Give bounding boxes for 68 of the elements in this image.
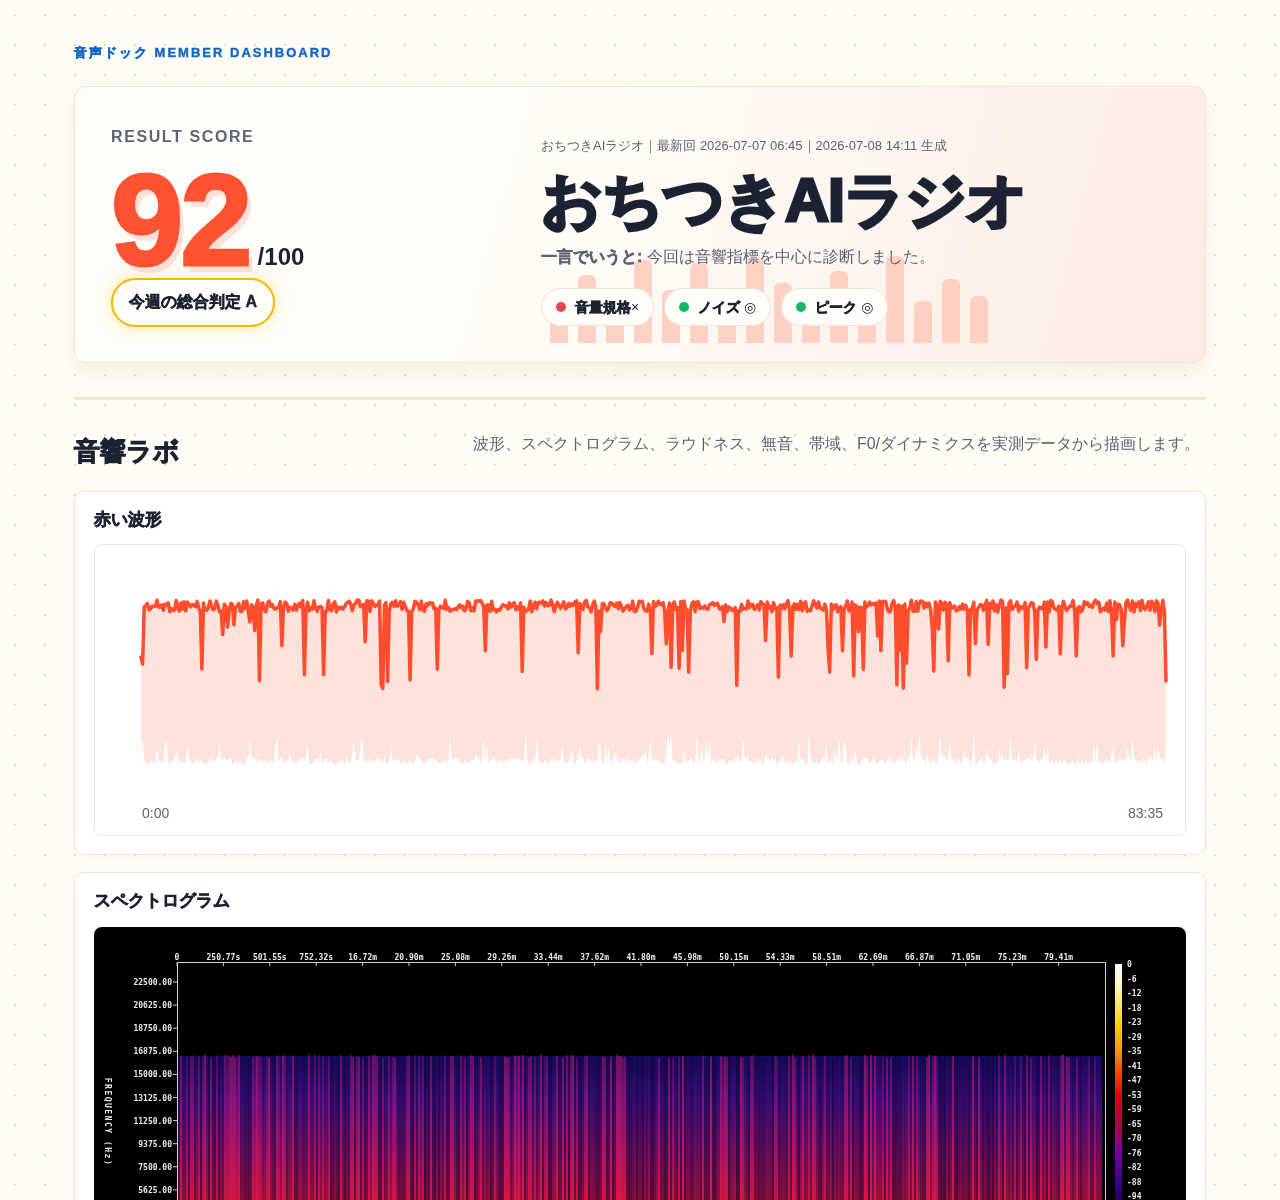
score-value: 92 (111, 164, 250, 276)
time-tick-label: 250.77s (206, 953, 241, 962)
dashboard-title: 音声ドック MEMBER DASHBOARD (74, 44, 333, 62)
time-tick-label: 41.80m (626, 953, 656, 962)
scale-tick-label: -70 (1127, 1134, 1142, 1143)
frequency-tick-label: 7500.00 (138, 1162, 172, 1172)
scale-tick-label: -35 (1127, 1047, 1142, 1056)
scale-tick-label: -23 (1127, 1018, 1142, 1027)
frequency-tick-label: 11250.00 (133, 1116, 172, 1126)
chip-label: ピーク ◎ (815, 298, 874, 316)
chip-label: 音量規格× (575, 298, 640, 316)
section-description: 波形、スペクトログラム、ラウドネス、無音、帯域、F0/ダイナミクスを実測データから描画します。 (472, 435, 1200, 453)
scale-tick-label: -59 (1127, 1105, 1142, 1114)
decorative-bar (914, 301, 932, 343)
panel-title: 赤い波形 (94, 509, 162, 531)
scale-tick-label: -88 (1127, 1177, 1142, 1187)
decorative-bar (942, 279, 960, 343)
time-tick-label: 62.69m (858, 953, 888, 962)
time-tick-label: 58.51m (812, 953, 842, 962)
start-time-label: 0:00 (142, 804, 170, 823)
scale-tick-label: -6 (1127, 974, 1137, 984)
frequency-tick-label: 5625.00 (138, 1185, 172, 1195)
frequency-tick-label: 9375.00 (138, 1139, 172, 1149)
time-tick-label: 50.15m (719, 953, 749, 962)
section-title: 音響ラボ (74, 435, 180, 468)
scale-tick-label: -12 (1127, 989, 1142, 998)
scale-tick-label: -76 (1127, 1148, 1142, 1158)
program-title: おちつきAIラジオ (541, 165, 1027, 235)
scale-tick-label: -18 (1127, 1003, 1142, 1013)
time-tick-label: 79.41m (1044, 953, 1074, 962)
summary-text: 一言でいうと: 今回は音響指標を中心に診断しました。 (541, 247, 935, 267)
chip-label: ノイズ ◎ (698, 298, 757, 316)
time-tick-label: 0 (174, 953, 180, 962)
panel-title: スペクトログラム (94, 890, 230, 912)
frequency-tick-label: 15000.00 (133, 1070, 172, 1080)
verdict-badge: 今週の総合判定 A (111, 278, 275, 327)
program-meta: おちつきAIラジオ｜最新回 2026-07-07 06:45｜2026-07-08 14:11 生成 (541, 137, 947, 155)
time-tick-label: 37.62m (580, 953, 610, 962)
time-tick-label: 33.44m (533, 953, 563, 962)
decorative-bar (970, 296, 988, 343)
time-tick-label: 752.32s (299, 953, 334, 962)
time-tick-label: 45.98m (672, 953, 702, 962)
frequency-tick-label: 20625.00 (133, 1001, 172, 1011)
scale-tick-label: -53 (1127, 1090, 1142, 1100)
time-tick-label: 20.90m (394, 953, 424, 962)
time-tick-label: 54.33m (765, 953, 795, 962)
scale-tick-label: -47 (1127, 1076, 1142, 1085)
scale-tick-label: -94 (1127, 1192, 1142, 1200)
time-tick-label: 16.72m (348, 953, 378, 962)
time-tick-label: 501.55s (252, 953, 287, 962)
scale-tick-label: -29 (1127, 1032, 1142, 1042)
time-tick-label: 29.26m (487, 953, 517, 962)
scale-tick-label: 0 (1127, 960, 1132, 969)
score-label: RESULT SCORE (111, 127, 255, 147)
time-tick-label: 25.08m (440, 953, 470, 962)
frequency-tick-label: 16875.00 (133, 1047, 172, 1057)
frequency-axis-title: FREQUENCY (Hz) (103, 1077, 112, 1167)
time-tick-label: 71.05m (951, 953, 981, 962)
frequency-tick-label: 22500.00 (133, 978, 172, 987)
time-tick-label: 66.87m (904, 953, 934, 962)
scale-tick-label: -65 (1127, 1119, 1142, 1129)
scale-tick-label: -82 (1127, 1163, 1142, 1172)
frequency-tick-label: 18750.00 (133, 1024, 172, 1034)
scale-tick-label: -41 (1127, 1061, 1142, 1071)
time-tick-label: 75.23m (997, 953, 1027, 962)
end-time-label: 83:35 (1127, 804, 1163, 823)
frequency-tick-label: 13125.00 (133, 1093, 172, 1103)
score-max: /100 (257, 243, 305, 271)
